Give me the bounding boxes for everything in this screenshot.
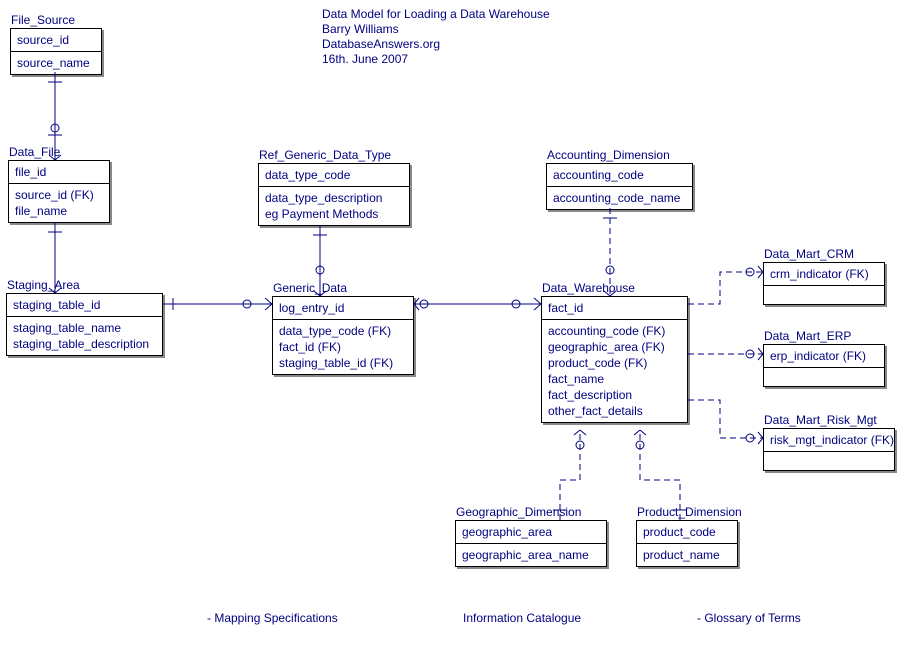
entity-title: Accounting_Dimension — [547, 148, 670, 162]
entity-title: Product_Dimension — [637, 505, 742, 519]
entity-ref-generic-data-type: Ref_Generic_Data_Type data_type_code dat… — [258, 163, 410, 226]
entity-title: Data_Warehouse — [542, 281, 635, 295]
diagram-date: 16th. June 2007 — [322, 52, 408, 66]
pk-field: log_entry_id — [279, 300, 407, 316]
entity-staging-area: Staging_Area staging_table_id staging_ta… — [6, 293, 163, 356]
entity-title: Data_Mart_Risk_Mgt — [764, 413, 877, 427]
entity-generic-data: Generic_Data log_entry_id data_type_code… — [272, 296, 414, 375]
entity-title: Data_Mart_CRM — [764, 247, 854, 261]
pk-field: product_code — [643, 524, 731, 540]
pk-field: data_type_code — [265, 167, 403, 183]
attr-field: fact_name — [548, 371, 681, 387]
entity-title: Data_Mart_ERP — [764, 329, 851, 343]
diagram-author: Barry Williams — [322, 22, 399, 36]
pk-field: accounting_code — [553, 167, 686, 183]
attr-field: staging_table_id (FK) — [279, 355, 407, 371]
pk-field: geographic_area — [462, 524, 600, 540]
pk-field: risk_mgt_indicator (FK) — [770, 432, 888, 448]
attr-field: data_type_code (FK) — [279, 323, 407, 339]
entity-title: File_Source — [11, 13, 75, 27]
pk-field: file_id — [15, 164, 103, 180]
entity-title: Data_File — [9, 145, 60, 159]
diagram-site: DatabaseAnswers.org — [322, 37, 440, 51]
attr-field: staging_table_description — [13, 336, 156, 352]
entity-title: Ref_Generic_Data_Type — [259, 148, 391, 162]
attr-field: accounting_code_name — [553, 190, 686, 206]
attr-field: staging_table_name — [13, 320, 156, 336]
attr-field: fact_description — [548, 387, 681, 403]
diagram-title: Data Model for Loading a Data Warehouse — [322, 7, 550, 21]
entity-title: Staging_Area — [7, 278, 80, 292]
entity-data-mart-risk-mgt: Data_Mart_Risk_Mgt risk_mgt_indicator (F… — [763, 428, 895, 471]
footer-mapping: - Mapping Specifications — [207, 611, 338, 625]
pk-field: source_id — [17, 32, 95, 48]
entity-data-mart-erp: Data_Mart_ERP erp_indicator (FK) — [763, 344, 885, 387]
attr-field: geographic_area (FK) — [548, 339, 681, 355]
attr-field: source_id (FK) — [15, 187, 103, 203]
attr-field: eg Payment Methods — [265, 206, 403, 222]
entity-title: Generic_Data — [273, 281, 347, 295]
pk-field: fact_id — [548, 300, 681, 316]
entity-accounting-dimension: Accounting_Dimension accounting_code acc… — [546, 163, 693, 210]
attr-field: source_name — [17, 55, 95, 71]
entity-geographic-dimension: Geographic_Dimension geographic_area geo… — [455, 520, 607, 567]
attr-field: product_code (FK) — [548, 355, 681, 371]
entity-data-mart-crm: Data_Mart_CRM crm_indicator (FK) — [763, 262, 885, 305]
entity-file-source: File_Source source_id source_name — [10, 28, 102, 75]
pk-field: crm_indicator (FK) — [770, 266, 878, 282]
entity-data-file: Data_File file_id source_id (FK) file_na… — [8, 160, 110, 223]
attr-field: file_name — [15, 203, 103, 219]
attr-field: accounting_code (FK) — [548, 323, 681, 339]
attr-field: data_type_description — [265, 190, 403, 206]
attr-field: product_name — [643, 547, 731, 563]
footer-glossary: - Glossary of Terms — [697, 611, 801, 625]
attr-field: geographic_area_name — [462, 547, 600, 563]
pk-field: erp_indicator (FK) — [770, 348, 878, 364]
attr-field: other_fact_details — [548, 403, 681, 419]
entity-data-warehouse: Data_Warehouse fact_id accounting_code (… — [541, 296, 688, 423]
footer-catalogue: Information Catalogue — [463, 611, 581, 625]
attr-field: fact_id (FK) — [279, 339, 407, 355]
entity-title: Geographic_Dimension — [456, 505, 581, 519]
entity-product-dimension: Product_Dimension product_code product_n… — [636, 520, 738, 567]
pk-field: staging_table_id — [13, 297, 156, 313]
